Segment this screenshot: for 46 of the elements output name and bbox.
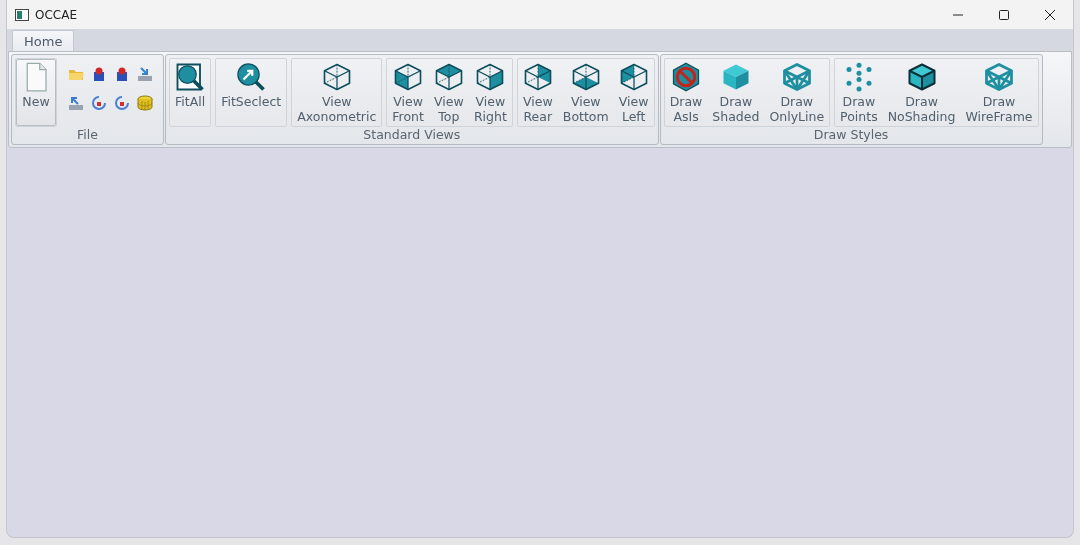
tray-icon xyxy=(68,95,84,111)
group-label: File xyxy=(76,127,99,144)
ribbon-button[interactable]: Draw AsIs xyxy=(664,59,708,126)
zoom-arrow-icon xyxy=(236,62,267,92)
ribbon-button[interactable]: View Right xyxy=(468,59,512,126)
cube-icon xyxy=(393,62,424,92)
cube-icon xyxy=(433,62,464,92)
refresh-icon xyxy=(114,95,130,111)
cube-icon xyxy=(475,62,506,92)
zoom-fit-icon xyxy=(175,62,206,92)
cube-icon xyxy=(321,62,352,92)
ribbon-button[interactable]: New xyxy=(16,59,56,126)
dots-icon xyxy=(843,62,874,92)
ribbon-button[interactable]: FitAll xyxy=(170,59,211,126)
ribbon-button[interactable]: View Bottom xyxy=(557,59,614,126)
wireframe-cube-icon xyxy=(781,62,812,92)
ribbon-button[interactable]: Draw Points xyxy=(835,59,883,126)
wireframe-cube-icon xyxy=(983,62,1014,92)
prohibited-icon xyxy=(671,62,701,92)
cube-icon xyxy=(570,62,601,92)
ribbon-button[interactable]: FitSeclect xyxy=(216,59,287,126)
app-icon xyxy=(15,8,29,21)
ribbon-button[interactable]: View Top xyxy=(428,59,469,126)
cube-icon xyxy=(906,62,937,92)
ribbon-button[interactable]: Draw NoShading xyxy=(882,59,961,126)
ribbon-button[interactable]: Draw WireFrame xyxy=(960,59,1038,126)
ribbon-button[interactable]: Draw OnlyLine xyxy=(764,59,830,126)
refresh-icon xyxy=(91,95,107,111)
group-label: Standard Views xyxy=(362,127,462,144)
cube-icon xyxy=(522,62,553,92)
toolbar-button[interactable] xyxy=(134,92,156,114)
ribbon-button[interactable]: View Front xyxy=(387,59,429,126)
ribbon-button[interactable]: View Left xyxy=(613,59,654,126)
tray-icon xyxy=(137,66,153,82)
grid-cylinder-icon xyxy=(137,95,153,111)
ribbon-button[interactable]: View Rear xyxy=(517,59,558,126)
maximize-icon xyxy=(998,8,1010,21)
ribbon-button[interactable]: Draw Shaded xyxy=(707,59,765,126)
box-icon xyxy=(91,66,107,82)
window-title: OCCAE xyxy=(35,7,78,22)
group-label: Draw Styles xyxy=(812,127,890,144)
box-icon xyxy=(114,66,130,82)
close-icon xyxy=(1044,8,1056,21)
ribbon-tab[interactable]: Home xyxy=(12,30,75,51)
ribbon-button[interactable]: View Axonometric xyxy=(292,59,382,126)
cube-icon xyxy=(618,62,649,92)
